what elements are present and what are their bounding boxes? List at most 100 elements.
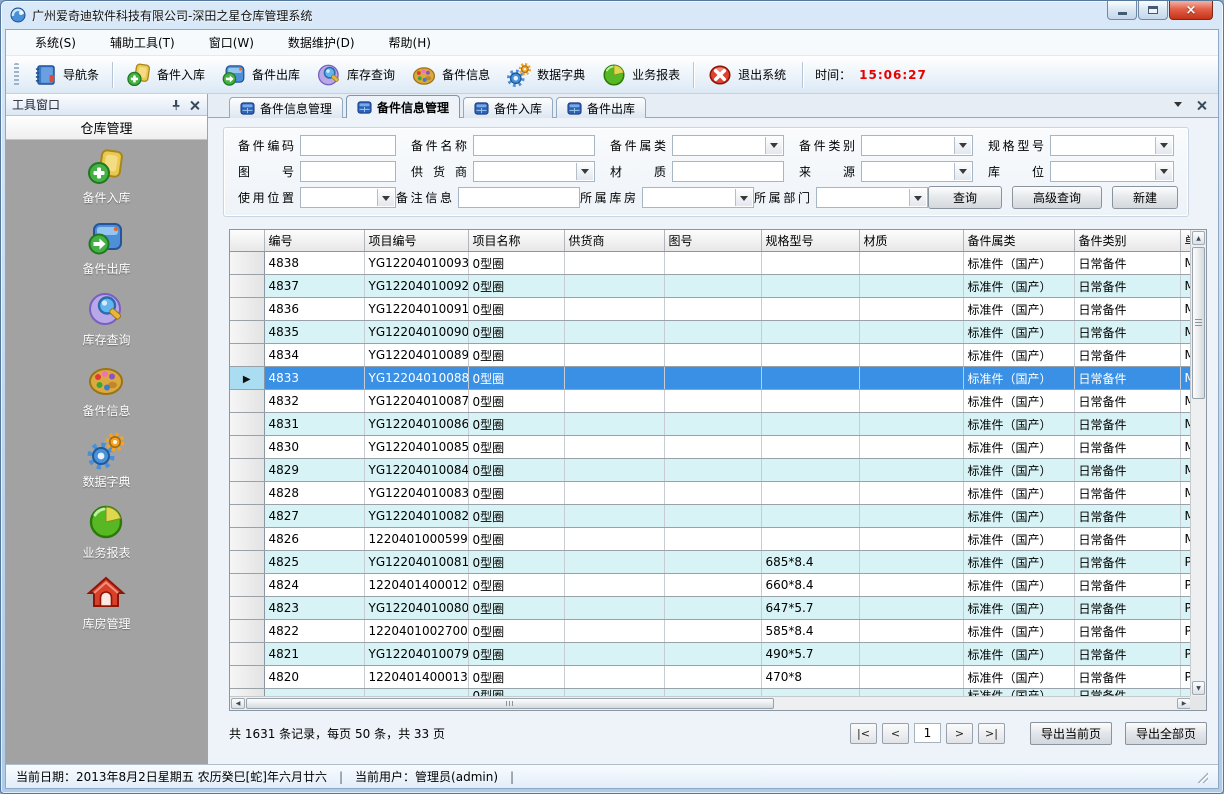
table-row[interactable]: 482412204014000120型圈660*8.4标准件（国产）日常备件PC xyxy=(230,574,1192,597)
row-selector[interactable] xyxy=(230,298,264,321)
page-number-input[interactable]: 1 xyxy=(914,723,941,743)
close-button[interactable]: × xyxy=(1169,1,1213,20)
scroll-down-icon[interactable]: ▼ xyxy=(1192,681,1205,695)
maximize-button[interactable] xyxy=(1138,1,1168,20)
export-all-pages-button[interactable]: 导出全部页 xyxy=(1125,722,1207,745)
row-selector[interactable] xyxy=(230,643,264,666)
row-selector[interactable] xyxy=(230,528,264,551)
chevron-down-icon[interactable] xyxy=(576,163,593,180)
chevron-down-icon[interactable] xyxy=(377,189,394,206)
table-row[interactable]: 4835YG122040100900型圈标准件（国产）日常备件M xyxy=(230,321,1192,344)
menu-item[interactable]: 窗口(W) xyxy=(192,30,271,55)
field-input[interactable] xyxy=(861,135,973,156)
sidebar-item[interactable]: 库存查询 xyxy=(82,289,130,348)
pin-icon[interactable] xyxy=(169,98,183,112)
menu-item[interactable]: 帮助(H) xyxy=(372,30,448,55)
toolbar-button[interactable]: 退出系统 xyxy=(699,59,794,91)
row-selector[interactable] xyxy=(230,344,264,367)
scroll-right-icon[interactable]: ▶ xyxy=(1177,698,1191,709)
table-row[interactable]: 4823YG122040100800型圈647*5.7标准件（国产）日常备件PC xyxy=(230,597,1192,620)
toolbar-button[interactable]: 备件入库 xyxy=(118,59,213,91)
toolbar-grip[interactable] xyxy=(14,63,19,87)
table-row[interactable]: 4831YG122040100860型圈标准件（国产）日常备件M xyxy=(230,413,1192,436)
sidebar-close-icon[interactable] xyxy=(187,98,201,112)
toolbar-button[interactable]: 备件出库 xyxy=(213,59,308,91)
row-selector[interactable] xyxy=(230,459,264,482)
table-row[interactable]: 4837YG122040100920型圈标准件（国产）日常备件M xyxy=(230,275,1192,298)
row-selector[interactable] xyxy=(230,482,264,505)
export-current-page-button[interactable]: 导出当前页 xyxy=(1030,722,1112,745)
row-selector[interactable] xyxy=(230,505,264,528)
field-input[interactable] xyxy=(458,187,580,208)
column-header[interactable]: 项目名称 xyxy=(468,230,564,252)
tab[interactable]: 备件信息管理 xyxy=(229,97,343,118)
row-selector[interactable] xyxy=(230,390,264,413)
minimize-button[interactable] xyxy=(1107,1,1137,20)
row-selector[interactable] xyxy=(230,321,264,344)
tab[interactable]: 备件信息管理 xyxy=(346,95,460,118)
row-selector[interactable] xyxy=(230,275,264,298)
field-input[interactable] xyxy=(672,161,784,182)
sidebar-item[interactable]: 备件信息 xyxy=(82,360,130,419)
row-selector[interactable] xyxy=(230,620,264,643)
row-selector[interactable] xyxy=(230,252,264,275)
menu-item[interactable]: 数据维护(D) xyxy=(271,30,372,55)
title-bar[interactable]: 广州爱奇迪软件科技有限公司-深田之星仓库管理系统 xyxy=(1,1,1223,29)
field-input[interactable] xyxy=(473,161,595,182)
table-row[interactable]: ▶4833YG122040100880型圈标准件（国产）日常备件M xyxy=(230,367,1192,390)
menu-item[interactable]: 辅助工具(T) xyxy=(93,30,192,55)
scroll-up-icon[interactable]: ▲ xyxy=(1192,231,1205,245)
toolbar-button[interactable]: 库存查询 xyxy=(308,59,403,91)
toolbar-button[interactable]: 业务报表 xyxy=(593,59,688,91)
table-row[interactable]: 4828YG122040100830型圈标准件（国产）日常备件M xyxy=(230,482,1192,505)
column-header[interactable]: 供货商 xyxy=(564,230,664,252)
column-header[interactable]: 规格型号 xyxy=(761,230,859,252)
table-row[interactable]: 0型圈标准件（国产）日常备件 xyxy=(230,689,1192,697)
toolbar-button[interactable]: 数据字典 xyxy=(498,59,593,91)
row-selector[interactable] xyxy=(230,666,264,689)
next-page-button[interactable]: > xyxy=(946,723,973,744)
sidebar-section-title[interactable]: 仓库管理 xyxy=(6,116,207,140)
row-selector[interactable] xyxy=(230,597,264,620)
chevron-down-icon[interactable] xyxy=(765,137,782,154)
chevron-down-icon[interactable] xyxy=(954,163,971,180)
last-page-button[interactable]: >| xyxy=(978,723,1005,744)
table-row[interactable]: 4829YG122040100840型圈标准件（国产）日常备件M xyxy=(230,459,1192,482)
tab[interactable]: 备件入库 xyxy=(463,97,553,118)
scroll-left-icon[interactable]: ◀ xyxy=(231,698,245,709)
table-row[interactable]: 4821YG122040100790型圈490*5.7标准件（国产）日常备件PC xyxy=(230,643,1192,666)
vertical-scrollbar-thumb[interactable] xyxy=(1192,247,1205,399)
chevron-down-icon[interactable] xyxy=(1155,163,1172,180)
chevron-down-icon[interactable] xyxy=(735,189,752,206)
column-header[interactable]: 备件类别 xyxy=(1074,230,1180,252)
table-row[interactable]: 4832YG122040100870型圈标准件（国产）日常备件M xyxy=(230,390,1192,413)
field-input[interactable] xyxy=(642,187,754,208)
resize-grip[interactable] xyxy=(1195,770,1208,783)
field-input[interactable] xyxy=(473,135,595,156)
field-input[interactable] xyxy=(816,187,928,208)
table-row[interactable]: 482212204010027000型圈585*8.4标准件（国产）日常备件PC xyxy=(230,620,1192,643)
sidebar-item[interactable]: 备件出库 xyxy=(82,218,130,277)
column-header[interactable]: 材质 xyxy=(859,230,963,252)
field-input[interactable] xyxy=(672,135,784,156)
table-row[interactable]: 482012204014000130型圈470*8标准件（国产）日常备件PC xyxy=(230,666,1192,689)
tab-close-icon[interactable] xyxy=(1196,100,1206,110)
field-input[interactable] xyxy=(300,135,396,156)
sidebar-item[interactable]: 库房管理 xyxy=(82,573,130,632)
row-selector[interactable] xyxy=(230,689,264,697)
table-row[interactable]: 4834YG122040100890型圈标准件（国产）日常备件M xyxy=(230,344,1192,367)
first-page-button[interactable]: |< xyxy=(850,723,877,744)
table-row[interactable]: 4825YG122040100810型圈685*8.4标准件（国产）日常备件PC xyxy=(230,551,1192,574)
field-input[interactable] xyxy=(1050,161,1174,182)
field-input[interactable] xyxy=(861,161,973,182)
toolbar-button[interactable]: 备件信息 xyxy=(403,59,498,91)
column-header[interactable]: 图号 xyxy=(664,230,761,252)
vertical-scrollbar[interactable]: ▲ ▼ xyxy=(1190,230,1206,696)
table-row[interactable]: 4827YG122040100820型圈标准件（国产）日常备件M xyxy=(230,505,1192,528)
chevron-down-icon[interactable] xyxy=(1155,137,1172,154)
row-selector[interactable] xyxy=(230,436,264,459)
column-header[interactable]: 备件属类 xyxy=(963,230,1074,252)
chevron-down-icon[interactable] xyxy=(909,189,926,206)
row-selector[interactable] xyxy=(230,574,264,597)
table-row[interactable]: 4836YG122040100910型圈标准件（国产）日常备件M xyxy=(230,298,1192,321)
